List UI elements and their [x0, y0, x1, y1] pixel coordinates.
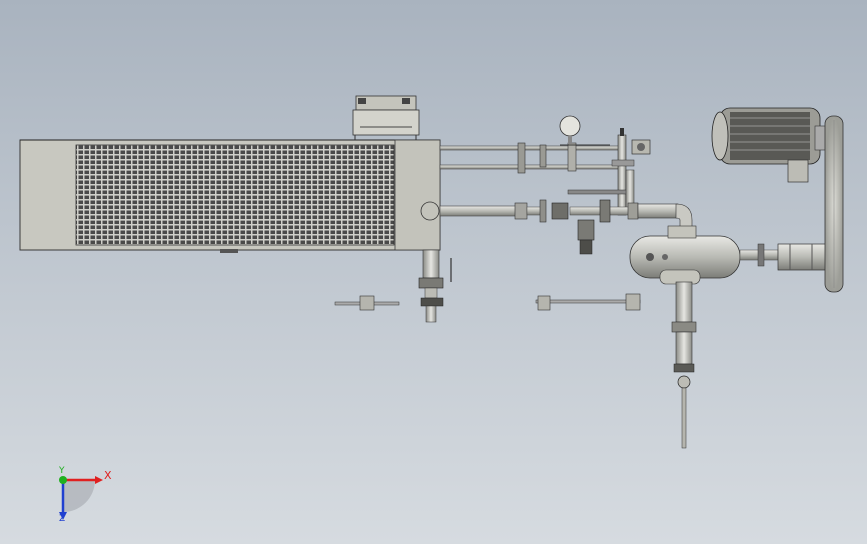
graphics-area[interactable]: X Y Z: [0, 0, 867, 544]
grille: [75, 144, 395, 246]
z-axis-label: Z: [59, 514, 66, 524]
y-axis-label: Y: [59, 466, 65, 476]
model-view[interactable]: [0, 0, 867, 544]
left-bracket[interactable]: [334, 295, 400, 311]
y-axis-dot: [59, 476, 67, 484]
flywheel[interactable]: [824, 115, 844, 293]
control-box[interactable]: [352, 95, 420, 140]
motor[interactable]: [711, 107, 828, 183]
coupling[interactable]: [777, 243, 827, 271]
x-axis-label: X: [104, 469, 112, 482]
mid-bracket[interactable]: [535, 293, 641, 311]
bottom-valve[interactable]: [418, 249, 452, 323]
separator-tank[interactable]: [629, 225, 779, 285]
triad: [59, 476, 103, 520]
upper-rail[interactable]: [439, 142, 621, 174]
gauge[interactable]: [559, 115, 581, 144]
drain-pipe[interactable]: [671, 281, 697, 449]
